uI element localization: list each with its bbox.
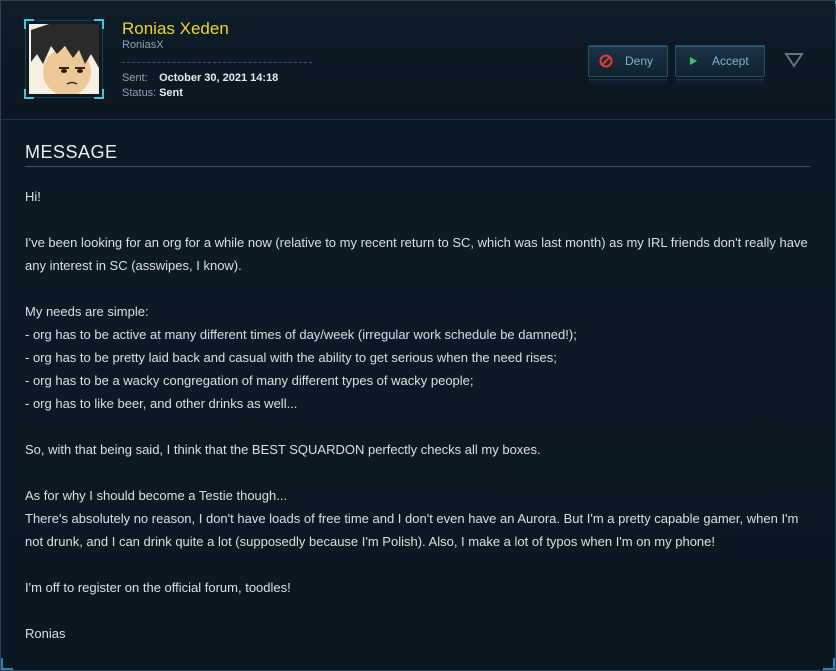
message-line: Hi! bbox=[25, 189, 41, 204]
avatar[interactable] bbox=[29, 24, 99, 94]
message-line: As for why I should become a Testie thou… bbox=[25, 488, 288, 503]
paragraph: Hi! bbox=[25, 185, 815, 208]
message-line: I'm off to register on the official foru… bbox=[25, 580, 291, 595]
panel-corner bbox=[823, 658, 835, 670]
message-line: - org has to be active at many different… bbox=[25, 327, 577, 342]
sent-timestamp: October 30, 2021 14:18 bbox=[159, 72, 279, 84]
triangle-down-icon[interactable] bbox=[784, 52, 804, 68]
message-header: Ronias Xeden RoniasX Sent: October 30, 2… bbox=[1, 1, 835, 120]
message-line: - org has to be pretty laid back and cas… bbox=[25, 350, 557, 365]
paragraph: My needs are simple: - org has to be act… bbox=[25, 300, 815, 415]
sent-row: Sent: October 30, 2021 14:18 bbox=[122, 72, 278, 84]
sent-label: Sent: bbox=[122, 72, 148, 84]
status-row: Status: Sent bbox=[122, 87, 183, 99]
message-line: So, with that being said, I think that t… bbox=[25, 442, 541, 457]
play-icon bbox=[686, 54, 700, 68]
divider bbox=[122, 62, 312, 63]
paragraph: I'm off to register on the official foru… bbox=[25, 576, 815, 599]
sender-handle: RoniasX bbox=[122, 39, 164, 51]
message-line: There's absolutely no reason, I don't ha… bbox=[25, 511, 799, 549]
message-panel: Ronias Xeden RoniasX Sent: October 30, 2… bbox=[0, 0, 836, 671]
message-line: I've been looking for an org for a while… bbox=[25, 235, 808, 273]
accept-label: Accept bbox=[712, 54, 749, 68]
panel-corner bbox=[1, 658, 13, 670]
message-body: Hi! I've been looking for an org for a w… bbox=[25, 185, 815, 645]
paragraph: As for why I should become a Testie thou… bbox=[25, 484, 815, 553]
message-line: - org has to like beer, and other drinks… bbox=[25, 396, 298, 411]
message-line: My needs are simple: bbox=[25, 304, 149, 319]
paragraph: Ronias bbox=[25, 622, 815, 645]
no-entry-icon bbox=[599, 54, 613, 68]
message-line: - org has to be a wacky congregation of … bbox=[25, 373, 474, 388]
sender-name[interactable]: Ronias Xeden bbox=[122, 19, 229, 39]
deny-label: Deny bbox=[625, 54, 654, 68]
avatar-image bbox=[29, 24, 99, 94]
deny-button[interactable]: Deny bbox=[588, 45, 668, 84]
title-divider bbox=[25, 166, 810, 167]
avatar-frame[interactable] bbox=[24, 19, 104, 99]
section-title: MESSAGE bbox=[25, 142, 118, 162]
paragraph: So, with that being said, I think that t… bbox=[25, 438, 815, 461]
accept-button[interactable]: Accept bbox=[675, 45, 765, 84]
status-label: Status: bbox=[122, 87, 157, 99]
status-value: Sent bbox=[159, 87, 183, 99]
signature: Ronias bbox=[25, 626, 66, 641]
paragraph: I've been looking for an org for a while… bbox=[25, 231, 815, 277]
